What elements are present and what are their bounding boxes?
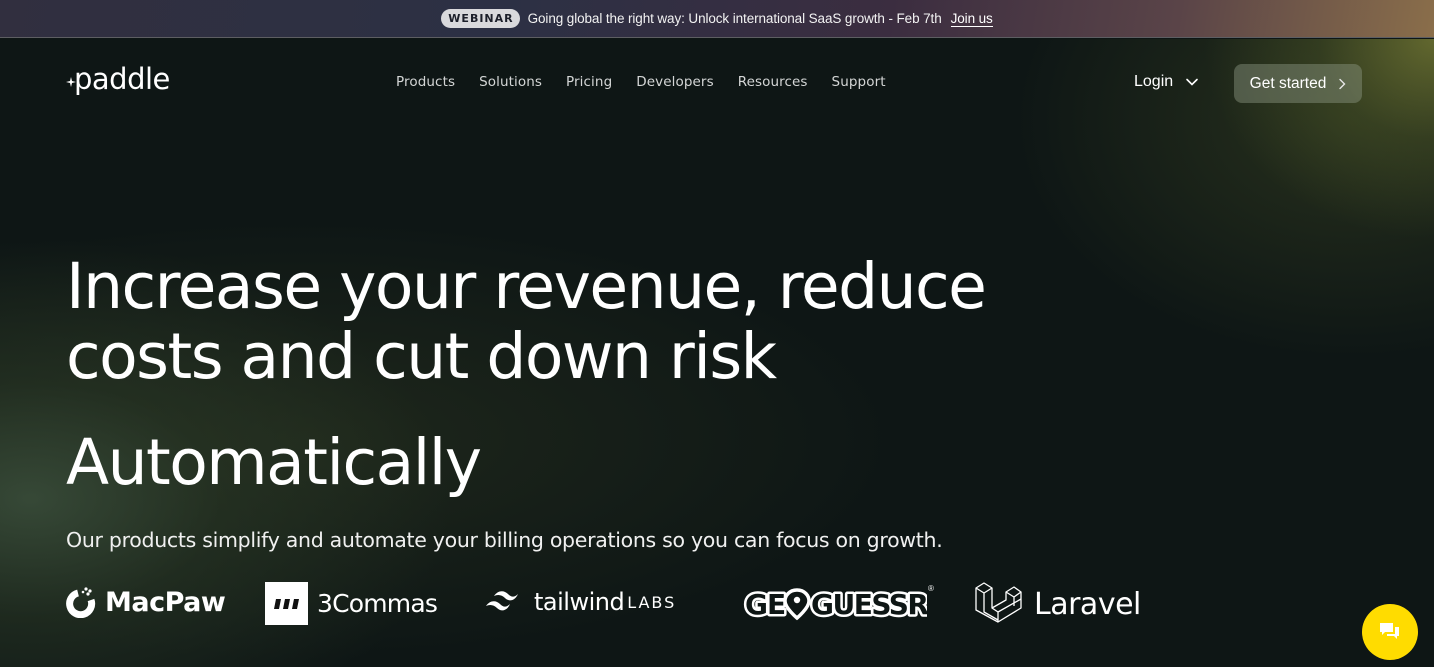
chat-bubbles-icon bbox=[1380, 623, 1399, 639]
tailwind-icon bbox=[486, 591, 518, 611]
nav-pricing[interactable]: Pricing bbox=[566, 74, 612, 90]
laravel-logo: Laravel bbox=[974, 580, 1141, 628]
customer-logos: MacPaw 3Commas tailwind LABS GE GUESSR ® bbox=[0, 578, 1200, 630]
login-dropdown[interactable]: Login bbox=[1134, 73, 1199, 91]
nav-solutions[interactable]: Solutions bbox=[479, 74, 542, 90]
geoguessr-logo: GE GUESSR ® bbox=[743, 584, 934, 622]
headline-accent: Automatically bbox=[66, 426, 482, 499]
nav-products[interactable]: Products bbox=[396, 74, 455, 90]
geoguessr-wordmark: GE GUESSR bbox=[743, 586, 927, 623]
nav-resources[interactable]: Resources bbox=[738, 74, 808, 90]
chevron-down-icon bbox=[1186, 78, 1198, 86]
get-started-button[interactable]: Get started bbox=[1234, 64, 1362, 103]
chevron-right-icon bbox=[1339, 78, 1346, 89]
tailwind-labs-suffix: LABS bbox=[627, 592, 677, 612]
get-started-label: Get started bbox=[1249, 74, 1327, 92]
tailwind-name: tailwind bbox=[534, 588, 625, 616]
macpaw-icon bbox=[66, 587, 96, 618]
headline-line-2: costs and cut down risk bbox=[66, 320, 777, 393]
headline-line-1: Increase your revenue, reduce bbox=[66, 250, 987, 323]
svg-text:GE: GE bbox=[745, 588, 785, 621]
laravel-name: Laravel bbox=[1034, 586, 1141, 622]
registered-mark: ® bbox=[928, 584, 934, 593]
nav-developers[interactable]: Developers bbox=[636, 74, 713, 90]
laravel-icon bbox=[975, 582, 1022, 623]
webinar-badge: WEBINAR bbox=[441, 9, 520, 28]
main-nav: Products Solutions Pricing Developers Re… bbox=[396, 74, 910, 90]
3commas-logo: 3Commas bbox=[265, 582, 438, 625]
hero-headline: Increase your revenue, reduce costs and … bbox=[66, 252, 1066, 392]
login-label: Login bbox=[1134, 73, 1174, 90]
map-pin-icon bbox=[783, 588, 811, 621]
macpaw-name: MacPaw bbox=[105, 586, 226, 618]
paddle-logo[interactable]: paddle bbox=[66, 62, 170, 96]
svg-text:GUESSR: GUESSR bbox=[811, 588, 927, 621]
3commas-icon bbox=[265, 582, 308, 625]
macpaw-logo: MacPaw bbox=[66, 586, 226, 618]
join-us-link[interactable]: Join us bbox=[950, 11, 993, 27]
3commas-name: 3Commas bbox=[317, 589, 438, 618]
nav-support[interactable]: Support bbox=[832, 74, 886, 90]
announcement-banner: WEBINAR Going global the right way: Unlo… bbox=[0, 0, 1434, 38]
hero-subtext: Our products simplify and automate your … bbox=[66, 528, 943, 552]
banner-text: Going global the right way: Unlock inter… bbox=[527, 11, 942, 26]
chat-widget-button[interactable] bbox=[1362, 604, 1418, 660]
logo-text: paddle bbox=[74, 62, 170, 96]
tailwind-labs-logo: tailwind LABS bbox=[484, 588, 676, 616]
